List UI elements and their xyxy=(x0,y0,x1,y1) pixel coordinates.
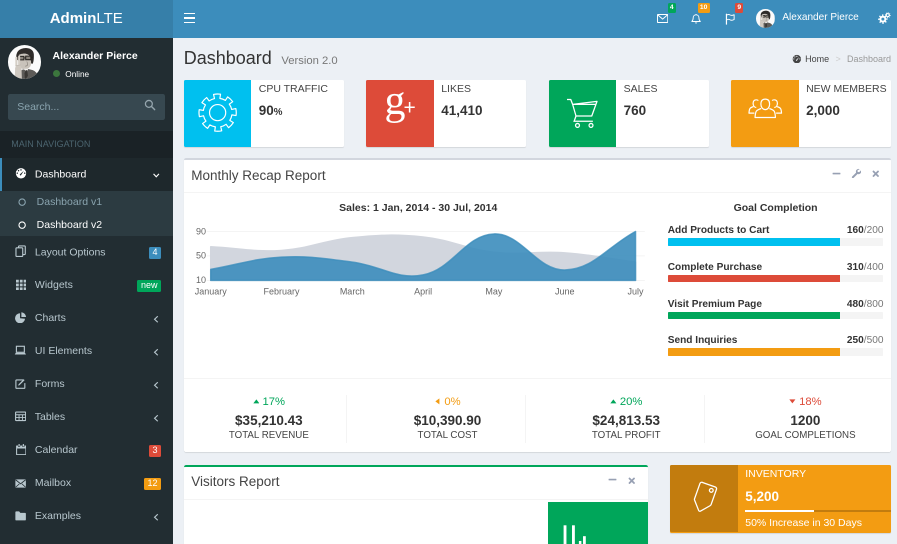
svg-text:June: June xyxy=(555,286,575,296)
svg-text:+: + xyxy=(404,97,416,120)
svg-text:90: 90 xyxy=(196,226,206,236)
svg-text:50: 50 xyxy=(196,251,206,261)
svg-text:April: April xyxy=(414,286,432,296)
svg-text:May: May xyxy=(486,286,504,296)
svg-text:10: 10 xyxy=(196,275,206,285)
svg-text:March: March xyxy=(340,286,365,296)
svg-text:February: February xyxy=(264,286,301,296)
svg-text:January: January xyxy=(195,286,228,296)
svg-text:July: July xyxy=(628,286,645,296)
svg-text:g: g xyxy=(385,90,406,124)
